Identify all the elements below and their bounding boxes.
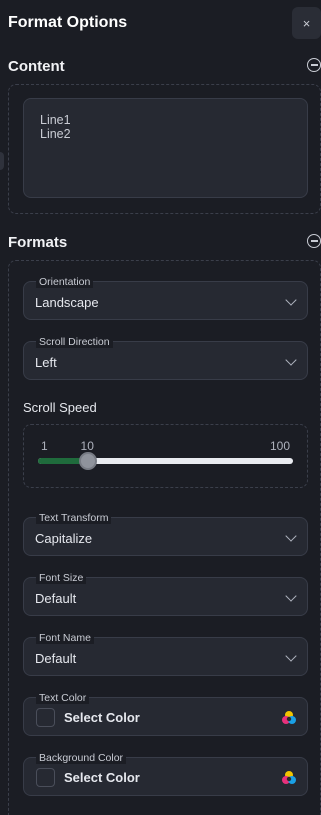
background-color-value: Select Color bbox=[64, 770, 140, 785]
chevron-down-icon bbox=[285, 354, 297, 366]
scroll-speed-panel bbox=[23, 424, 308, 488]
orientation-select[interactable]: Orientation Landscape bbox=[23, 276, 308, 320]
font-name-label: Font Name bbox=[36, 632, 94, 644]
font-name-select[interactable]: Font Name Default bbox=[23, 632, 308, 676]
scroll-speed-label: Scroll Speed bbox=[23, 400, 97, 415]
close-button[interactable]: × bbox=[292, 7, 321, 39]
scroll-speed-max: 100 bbox=[270, 439, 291, 453]
scroll-speed-min: 1 bbox=[41, 439, 48, 453]
background-color-label: Background Color bbox=[36, 752, 127, 764]
scroll-speed-current: 10 bbox=[80, 439, 94, 453]
text-transform-label: Text Transform bbox=[36, 512, 112, 524]
orientation-label: Orientation bbox=[36, 276, 94, 288]
close-icon: × bbox=[302, 15, 311, 31]
side-handle[interactable] bbox=[0, 152, 4, 170]
chevron-down-icon bbox=[285, 294, 297, 306]
text-transform-value: Capitalize bbox=[35, 531, 93, 546]
text-color-label: Text Color bbox=[36, 692, 90, 704]
font-size-select[interactable]: Font Size Default bbox=[23, 572, 308, 616]
content-textarea[interactable]: Line1 Line2 bbox=[23, 98, 308, 198]
font-size-value: Default bbox=[35, 591, 77, 606]
content-section-title: Content bbox=[8, 58, 65, 75]
background-color-swatch[interactable] bbox=[36, 768, 55, 787]
scroll-direction-label: Scroll Direction bbox=[36, 336, 113, 348]
background-color-picker[interactable]: Background Color Select Color bbox=[23, 752, 308, 796]
chevron-down-icon bbox=[285, 590, 297, 602]
slider-thumb[interactable] bbox=[78, 452, 97, 470]
palette-icon[interactable] bbox=[281, 770, 297, 786]
text-color-picker[interactable]: Text Color Select Color bbox=[23, 692, 308, 736]
formats-section-title: Formats bbox=[8, 234, 68, 251]
scroll-direction-value: Left bbox=[35, 355, 57, 370]
text-color-value: Select Color bbox=[64, 710, 140, 725]
chevron-down-icon bbox=[285, 650, 297, 662]
scroll-direction-select[interactable]: Scroll Direction Left bbox=[23, 336, 308, 380]
font-size-label: Font Size bbox=[36, 572, 87, 584]
orientation-value: Landscape bbox=[35, 295, 99, 310]
formats-collapse-button[interactable] bbox=[307, 234, 321, 248]
font-name-value: Default bbox=[35, 651, 77, 666]
panel-title: Format Options bbox=[8, 14, 128, 31]
content-collapse-button[interactable] bbox=[307, 58, 321, 72]
palette-icon[interactable] bbox=[281, 710, 297, 726]
text-transform-select[interactable]: Text Transform Capitalize bbox=[23, 512, 308, 556]
chevron-down-icon bbox=[285, 530, 297, 542]
text-color-swatch[interactable] bbox=[36, 708, 55, 727]
